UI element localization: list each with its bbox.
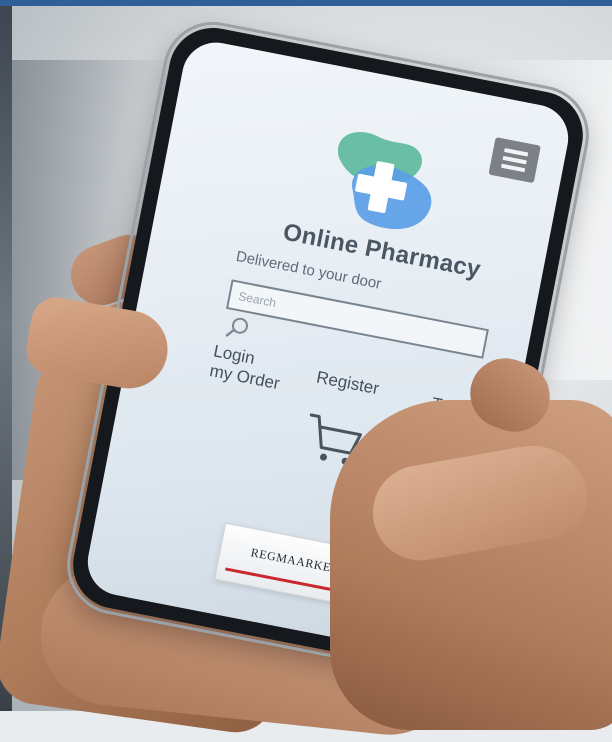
register-link[interactable]: Register — [315, 368, 381, 400]
hamburger-menu-button[interactable] — [488, 137, 541, 184]
menu-bar — [500, 163, 526, 173]
menu-bar — [502, 155, 527, 165]
search-icon[interactable] — [225, 313, 253, 341]
right-hand-palm — [330, 400, 612, 730]
menu-bar — [504, 148, 529, 157]
login-my-order-link[interactable]: Login my Order — [208, 341, 285, 394]
